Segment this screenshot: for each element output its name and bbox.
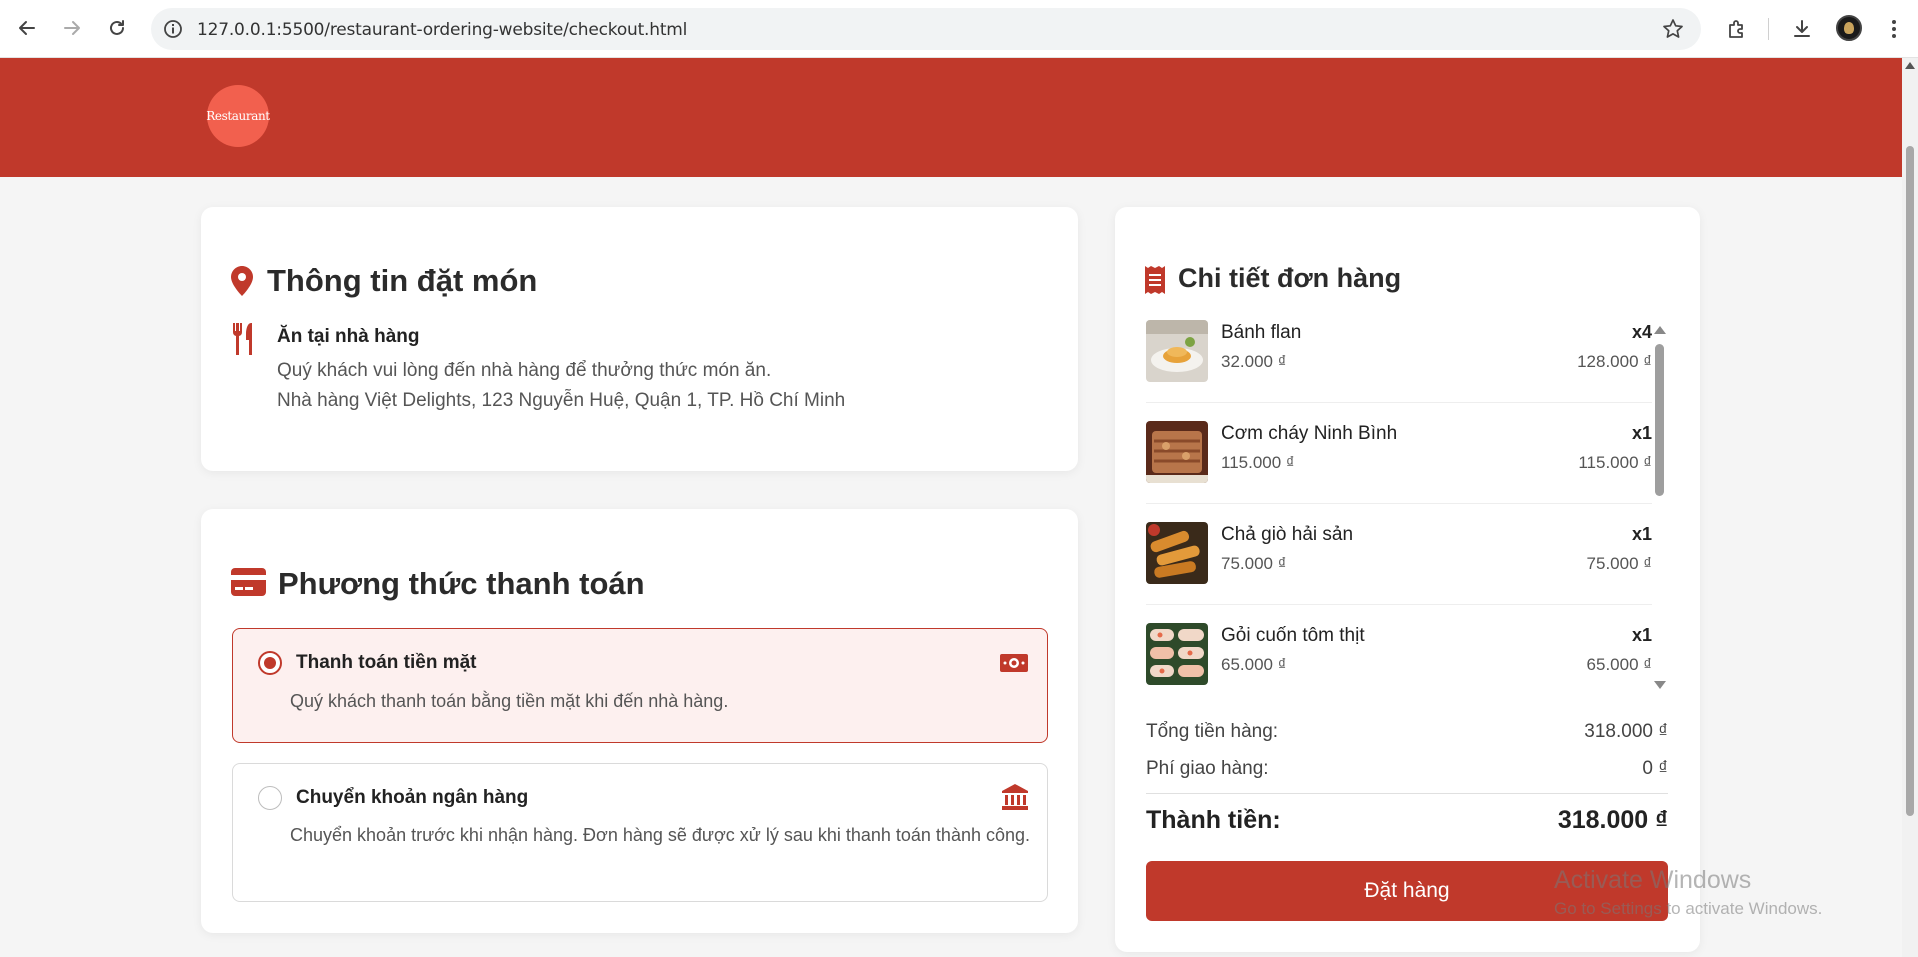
credit-card-icon	[231, 568, 266, 601]
bank-radio[interactable]	[258, 786, 282, 810]
receipt-icon	[1145, 266, 1165, 299]
subtotal-row: Tổng tiền hàng: 318.000 ₫	[1146, 721, 1668, 743]
order-info-title: Thông tin đặt món	[267, 263, 538, 298]
page-scroll-thumb[interactable]	[1906, 146, 1914, 816]
puzzle-icon[interactable]	[1723, 15, 1751, 43]
item-qty: x1	[1631, 524, 1652, 544]
reload-icon[interactable]	[104, 15, 130, 41]
page-scroll-up-icon[interactable]	[1905, 62, 1915, 69]
item-total: 128.000 ₫	[1577, 352, 1652, 371]
restaurant-address: Nhà hàng Việt Delights, 123 Nguyễn Huệ, …	[277, 390, 846, 411]
grand-total-row: Thành tiền: 318.000 ₫	[1146, 806, 1668, 835]
bank-option-desc: Chuyển khoản trước khi nhận hàng. Đơn hà…	[290, 825, 1031, 845]
restaurant-logo[interactable]: Restaurant	[206, 85, 270, 147]
item-total: 75.000 ₫	[1586, 554, 1652, 573]
bank-icon	[1002, 784, 1028, 815]
item-image	[1146, 421, 1208, 483]
address-bar[interactable]: 127.0.0.1:5500/restaurant-ordering-websi…	[151, 8, 1701, 50]
profile-avatar[interactable]	[1836, 15, 1862, 41]
download-icon[interactable]	[1788, 15, 1816, 43]
scroll-down-arrow-icon[interactable]	[1654, 681, 1666, 689]
money-bill-icon	[1000, 652, 1028, 679]
toolbar-divider	[1768, 18, 1769, 40]
grand-total-value: 318.000 ₫	[1557, 806, 1668, 834]
item-image	[1146, 320, 1208, 382]
grand-total-label: Thành tiền:	[1146, 806, 1281, 834]
item-name: Gỏi cuốn tôm thịt	[1221, 625, 1365, 646]
shipping-value: 0 ₫	[1642, 758, 1668, 779]
item-name: Cơm cháy Ninh Bình	[1221, 423, 1398, 444]
subtotal-label: Tổng tiền hàng:	[1146, 721, 1279, 742]
windows-activation-watermark: Activate Windows Go to Settings to activ…	[1554, 866, 1822, 919]
item-total: 65.000 ₫	[1586, 655, 1652, 674]
item-image	[1146, 623, 1208, 685]
scroll-up-arrow-icon[interactable]	[1654, 326, 1666, 334]
arrow-left-icon[interactable]	[14, 15, 40, 41]
item-total: 115.000 ₫	[1578, 453, 1652, 472]
payment-title: Phương thức thanh toán	[278, 566, 645, 601]
subtotal-value: 318.000 ₫	[1584, 721, 1668, 742]
shipping-row: Phí giao hàng: 0 ₫	[1146, 758, 1668, 780]
order-details-title: Chi tiết đơn hàng	[1178, 263, 1402, 293]
cash-option-name: Thanh toán tiền mặt	[296, 652, 477, 673]
logo-text: Restaurant	[206, 109, 270, 123]
site-header	[0, 58, 1902, 177]
item-price: 65.000 ₫	[1221, 655, 1287, 674]
watermark-line1: Activate Windows	[1554, 866, 1752, 894]
watermark-line2: Go to Settings to activate Windows.	[1554, 899, 1823, 918]
dine-in-note: Quý khách vui lòng đến nhà hàng để thưởn…	[277, 360, 772, 381]
arrow-right-icon[interactable]	[59, 15, 85, 41]
item-divider	[1146, 604, 1652, 605]
item-qty: x1	[1631, 423, 1652, 443]
info-circle-icon[interactable]	[163, 19, 183, 39]
item-price: 75.000 ₫	[1221, 554, 1287, 573]
item-price: 115.000 ₫	[1221, 453, 1295, 472]
item-divider	[1146, 503, 1652, 504]
summary-divider	[1146, 793, 1668, 794]
item-qty: x4	[1631, 322, 1652, 342]
shipping-label: Phí giao hàng:	[1146, 758, 1269, 779]
payment-option-cash[interactable]	[232, 628, 1048, 743]
map-pin-icon	[231, 266, 253, 301]
order-item: Cơm cháy Ninh Bình 115.000 ₫ x1 115.000 …	[1146, 421, 1652, 521]
item-price: 32.000 ₫	[1221, 352, 1287, 371]
bank-option-name: Chuyển khoản ngân hàng	[296, 787, 529, 808]
item-divider	[1146, 402, 1652, 403]
browser-toolbar: 127.0.0.1:5500/restaurant-ordering-websi…	[0, 0, 1918, 58]
cash-radio[interactable]	[258, 651, 282, 675]
dine-in-title: Ăn tại nhà hàng	[277, 326, 420, 347]
url-text[interactable]: 127.0.0.1:5500/restaurant-ordering-websi…	[197, 20, 687, 40]
order-item: Gỏi cuốn tôm thịt 65.000 ₫ x1 65.000 ₫	[1146, 623, 1652, 723]
order-list-scroll-thumb[interactable]	[1655, 344, 1664, 496]
order-item: Chả giò hải sản 75.000 ₫ x1 75.000 ₫	[1146, 522, 1652, 622]
order-item: Bánh flan 32.000 ₫ x4 128.000 ₫	[1146, 320, 1652, 420]
kebab-menu-icon[interactable]	[1880, 15, 1908, 43]
item-qty: x1	[1631, 625, 1652, 645]
item-name: Bánh flan	[1221, 322, 1302, 343]
item-name: Chả giò hải sản	[1221, 524, 1354, 545]
cash-option-desc: Quý khách thanh toán bằng tiền mặt khi đ…	[290, 691, 729, 711]
star-icon[interactable]	[1661, 17, 1685, 41]
utensils-icon	[231, 323, 259, 360]
item-image	[1146, 522, 1208, 584]
